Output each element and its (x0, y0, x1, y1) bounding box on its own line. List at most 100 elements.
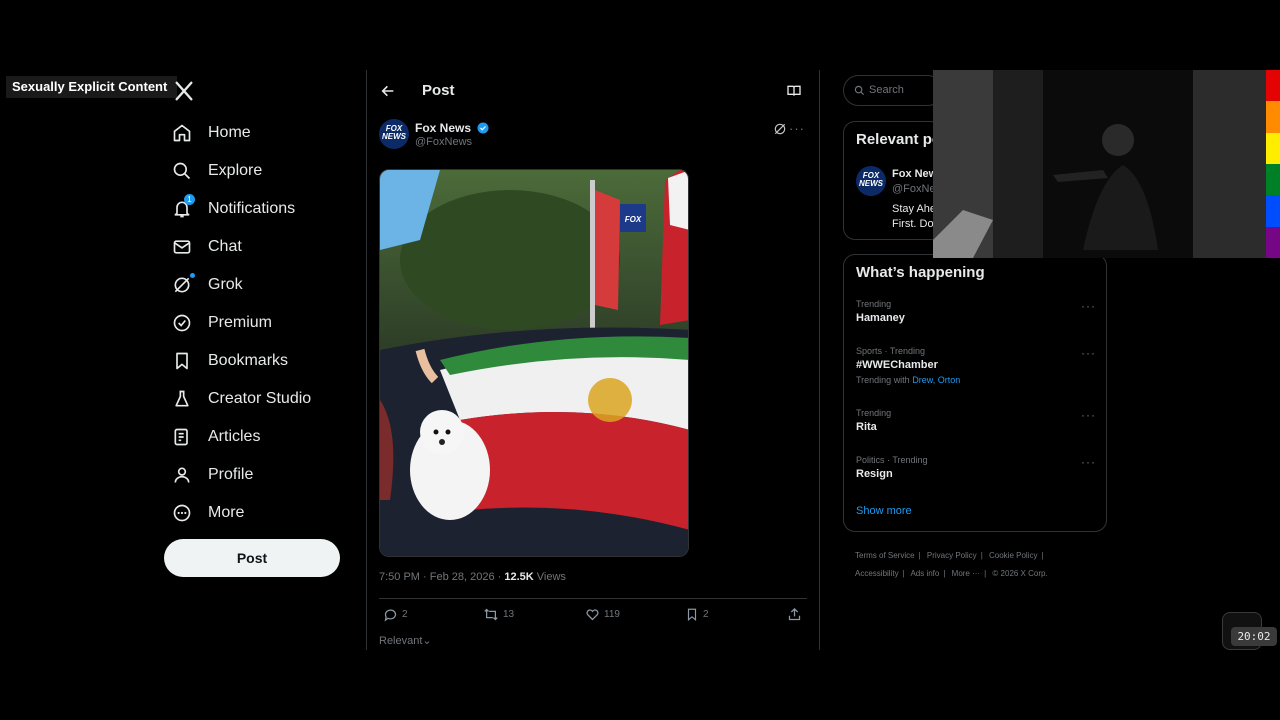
more-circle-icon (164, 501, 202, 525)
relevant-people-card: Relevant people FOX NEWS Fox News @FoxNe… (843, 121, 943, 240)
trending-with-links[interactable]: Drew, Orton (912, 375, 960, 385)
whats-happening-card: What’s happening Trending Hamaney ··· Sp… (843, 254, 1107, 532)
post-image[interactable]: FOX (379, 169, 689, 557)
trend-item[interactable]: Politics · Trending Resign ··· (856, 455, 1096, 480)
trend-topic: #WWEChamber (856, 359, 938, 371)
back-arrow-icon[interactable] (380, 83, 396, 99)
trend-meta: Sports · Trending (856, 346, 926, 356)
whats-happening-title: What’s happening (856, 264, 985, 281)
reply-icon (384, 609, 397, 622)
like-count: 119 (604, 609, 620, 620)
trend-more-icon[interactable]: ··· (1081, 299, 1096, 313)
x-logo-icon[interactable] (173, 80, 195, 102)
sidebar-item-more[interactable]: More (164, 494, 364, 532)
trend-topic: Hamaney (856, 312, 905, 324)
sidebar-item-notifications[interactable]: 1 Notifications (164, 190, 364, 228)
footer-link[interactable]: Terms of Service (855, 551, 915, 560)
trending-with-prefix: Trending with (856, 375, 913, 385)
avatar[interactable]: FOX NEWS (856, 166, 886, 196)
reply-sort-dropdown[interactable]: Relevant⌄ (379, 634, 432, 647)
bookmark-icon (164, 349, 202, 373)
share-button[interactable] (787, 607, 806, 622)
unread-dot (190, 273, 195, 278)
mail-icon (164, 235, 202, 259)
sidebar-item-chat[interactable]: Chat (164, 228, 364, 266)
trend-item[interactable]: Sports · Trending #WWEChamber Trending w… (856, 346, 1096, 385)
author-handle[interactable]: @FoxNews (415, 136, 472, 148)
search-icon (854, 85, 865, 96)
trend-meta: Trending (856, 408, 892, 418)
verified-badge-icon (164, 311, 202, 335)
clock-time: 20:02 (1231, 627, 1277, 646)
avatar[interactable]: FOX NEWS (379, 119, 409, 149)
sidebar-item-creator-studio[interactable]: Creator Studio (164, 380, 364, 418)
like-button[interactable]: 119 (585, 607, 620, 622)
content-warning-label: Sexually Explicit Content (6, 76, 178, 98)
sidebar-item-grok[interactable]: Grok (164, 266, 364, 304)
sidebar-item-label: Notifications (208, 200, 296, 217)
post-timestamp: 7:50 PM · Feb 28, 2026 · 12.5K Views (379, 571, 566, 583)
sidebar-item-profile[interactable]: Profile (164, 456, 364, 494)
relevant-people-title: Relevant people (856, 131, 942, 148)
svg-text:FOX: FOX (625, 215, 642, 224)
webcam-feed (933, 70, 1266, 258)
grok-icon (164, 273, 202, 297)
avatar-text: FOX NEWS (859, 171, 883, 188)
sidebar-item-label: Profile (208, 466, 254, 483)
sidebar-item-label: Explore (208, 162, 263, 179)
reader-mode-icon[interactable] (786, 83, 802, 99)
share-icon (788, 607, 801, 621)
footer-link[interactable]: Cookie Policy (989, 551, 1037, 560)
article-icon (164, 425, 202, 449)
trend-more-icon[interactable]: ··· (1081, 346, 1096, 360)
trend-more-icon[interactable]: ··· (1081, 455, 1096, 469)
avatar-text: FOX NEWS (382, 124, 406, 141)
bell-icon: 1 (164, 194, 202, 221)
trend-topic: Resign (856, 468, 893, 480)
repost-button[interactable]: 13 (483, 607, 514, 622)
verified-check-icon (477, 122, 489, 134)
trend-item[interactable]: Trending Rita ··· (856, 408, 1096, 433)
trend-more-icon[interactable]: ··· (1081, 408, 1096, 422)
heart-icon (586, 609, 599, 621)
footer-link[interactable]: More ··· (952, 569, 980, 578)
bookmark-button[interactable]: 2 (685, 607, 709, 622)
author-name[interactable]: Fox News (415, 121, 489, 135)
show-more-link[interactable]: Show more (856, 505, 912, 517)
reply-button[interactable]: 2 (383, 607, 408, 622)
trending-with: Trending with Drew, Orton (856, 375, 1096, 385)
chevron-down-icon: ⌄ (422, 635, 432, 647)
sidebar-item-label: Chat (208, 238, 242, 255)
webcam-overlay (933, 70, 1266, 258)
sidebar-item-bookmarks[interactable]: Bookmarks (164, 342, 364, 380)
sidebar-item-label: Premium (208, 314, 273, 331)
reply-count: 2 (402, 609, 408, 620)
repost-count: 13 (503, 609, 515, 620)
reply-sort-label: Relevant (379, 635, 423, 647)
footer-link[interactable]: Ads info (910, 569, 939, 578)
bookmark-icon (687, 608, 697, 621)
views-label: Views (533, 571, 566, 583)
sidebar-item-label: Home (208, 124, 251, 141)
sidebar-item-home[interactable]: Home (164, 114, 364, 152)
sidebar-item-premium[interactable]: Premium (164, 304, 364, 342)
footer-link[interactable]: Privacy Policy (927, 551, 977, 560)
views-count: 12.5K (504, 571, 534, 583)
rainbow-bar (1266, 70, 1280, 258)
search-input[interactable]: Search (843, 75, 943, 106)
sidebar-item-explore[interactable]: Explore (164, 152, 364, 190)
sidebar-item-articles[interactable]: Articles (164, 418, 364, 456)
post-actions: 2 13 119 2 (379, 607, 809, 627)
post-detail-column: Post FOX NEWS Fox News @FoxNews ··· FOX … (366, 70, 820, 650)
grok-icon[interactable] (773, 122, 787, 136)
post-more-icon[interactable]: ··· (789, 121, 805, 136)
sidebar-nav: Home Explore 1 Notifications Chat Grok P… (164, 114, 364, 532)
post-time[interactable]: 7:50 PM · Feb 28, 2026 · (379, 571, 504, 583)
footer-link[interactable]: Accessibility (855, 569, 899, 578)
post-header: Post (367, 70, 819, 112)
sidebar-item-label: Bookmarks (208, 352, 289, 369)
trend-item[interactable]: Trending Hamaney ··· (856, 299, 1096, 324)
post-button[interactable]: Post (164, 539, 340, 577)
search-placeholder: Search (869, 84, 904, 96)
bookmark-count: 2 (703, 609, 709, 620)
